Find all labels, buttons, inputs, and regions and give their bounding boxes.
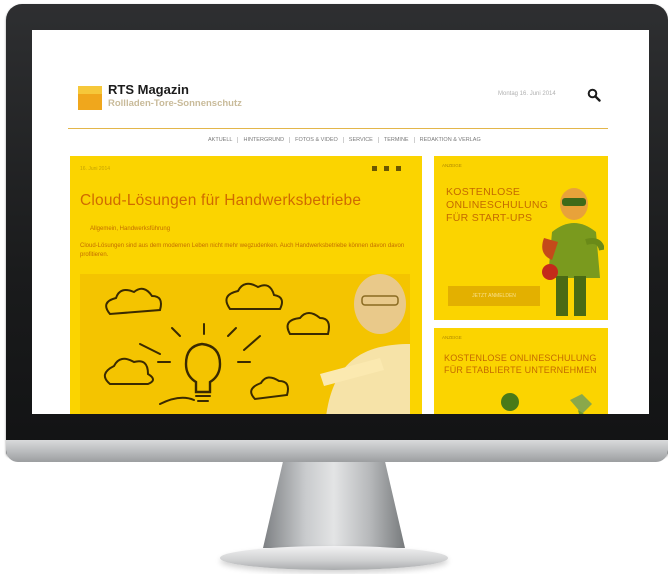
main-navigation: AKTUELL HINTERGRUND FOTOS & VIDEO SERVIC… — [203, 137, 486, 143]
sidebar-ad-companies[interactable]: ANZEIGE KOSTENLOSE ONLINESCHULUNG FÜR ET… — [434, 328, 608, 414]
monitor-stand-base — [220, 546, 448, 570]
article-teaser: Cloud-Lösungen sind aus dem modernen Leb… — [80, 243, 405, 258]
nav-item-hintergrund[interactable]: HINTERGRUND — [238, 137, 291, 143]
nav-item-termine[interactable]: TERMINE — [379, 137, 415, 143]
slider-pagination — [372, 166, 401, 171]
slider-dot[interactable] — [396, 166, 401, 171]
slider-dot[interactable] — [384, 166, 389, 171]
nav-item-aktuell[interactable]: AKTUELL — [203, 137, 239, 143]
header-divider — [68, 128, 608, 129]
article-title[interactable]: Cloud-Lösungen für Handwerksbetriebe — [80, 192, 361, 210]
ad-headline: KOSTENLOSE ONLINESCHULUNG FÜR ETABLIERTE… — [444, 353, 597, 375]
slider-dot[interactable] — [372, 166, 377, 171]
sidebar-ad-startups[interactable]: ANZEIGE KOSTENLOSE ONLINESCHULUNG FÜR ST… — [434, 156, 608, 320]
article-image[interactable] — [80, 274, 410, 414]
ad-label: ANZEIGE — [442, 163, 462, 168]
monitor-chin — [6, 440, 668, 462]
article-category[interactable]: Allgemein, Handwerksführung — [90, 226, 170, 232]
nav-item-redaktion-verlag[interactable]: REDAKTION & VERLAG — [415, 137, 486, 143]
nav-item-service[interactable]: SERVICE — [344, 137, 379, 143]
site-logo-icon[interactable] — [78, 86, 102, 110]
monitor-stand-neck — [263, 462, 405, 548]
site-tagline: Rollladen-Tore-Sonnenschutz — [108, 98, 242, 109]
nav-item-fotos-video[interactable]: FOTOS & VIDEO — [290, 137, 344, 143]
superhero-illustration — [542, 188, 604, 316]
article-date: 16. Juni 2014 — [80, 166, 111, 172]
cloud-sketch-illustration — [80, 274, 410, 414]
team-illustration — [501, 393, 592, 414]
featured-article[interactable]: 16. Juni 2014 Cloud-Lösungen für Handwer… — [70, 156, 422, 414]
monitor-screen: RTS Magazin Rollladen-Tore-Sonnenschutz … — [32, 30, 649, 414]
site-title[interactable]: RTS Magazin — [108, 82, 189, 97]
ad-label: ANZEIGE — [442, 335, 462, 340]
search-icon[interactable] — [587, 88, 601, 102]
ad-signup-button[interactable]: JETZT ANMELDEN — [448, 286, 540, 306]
header-date: Montag 16. Juni 2014 — [498, 91, 556, 97]
